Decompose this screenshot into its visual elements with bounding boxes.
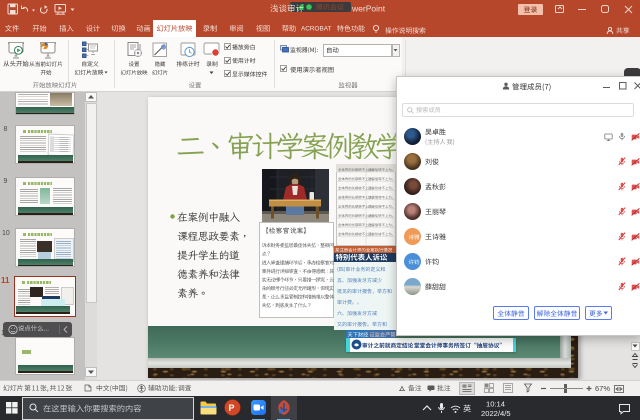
svg-text:P: P (229, 403, 235, 413)
